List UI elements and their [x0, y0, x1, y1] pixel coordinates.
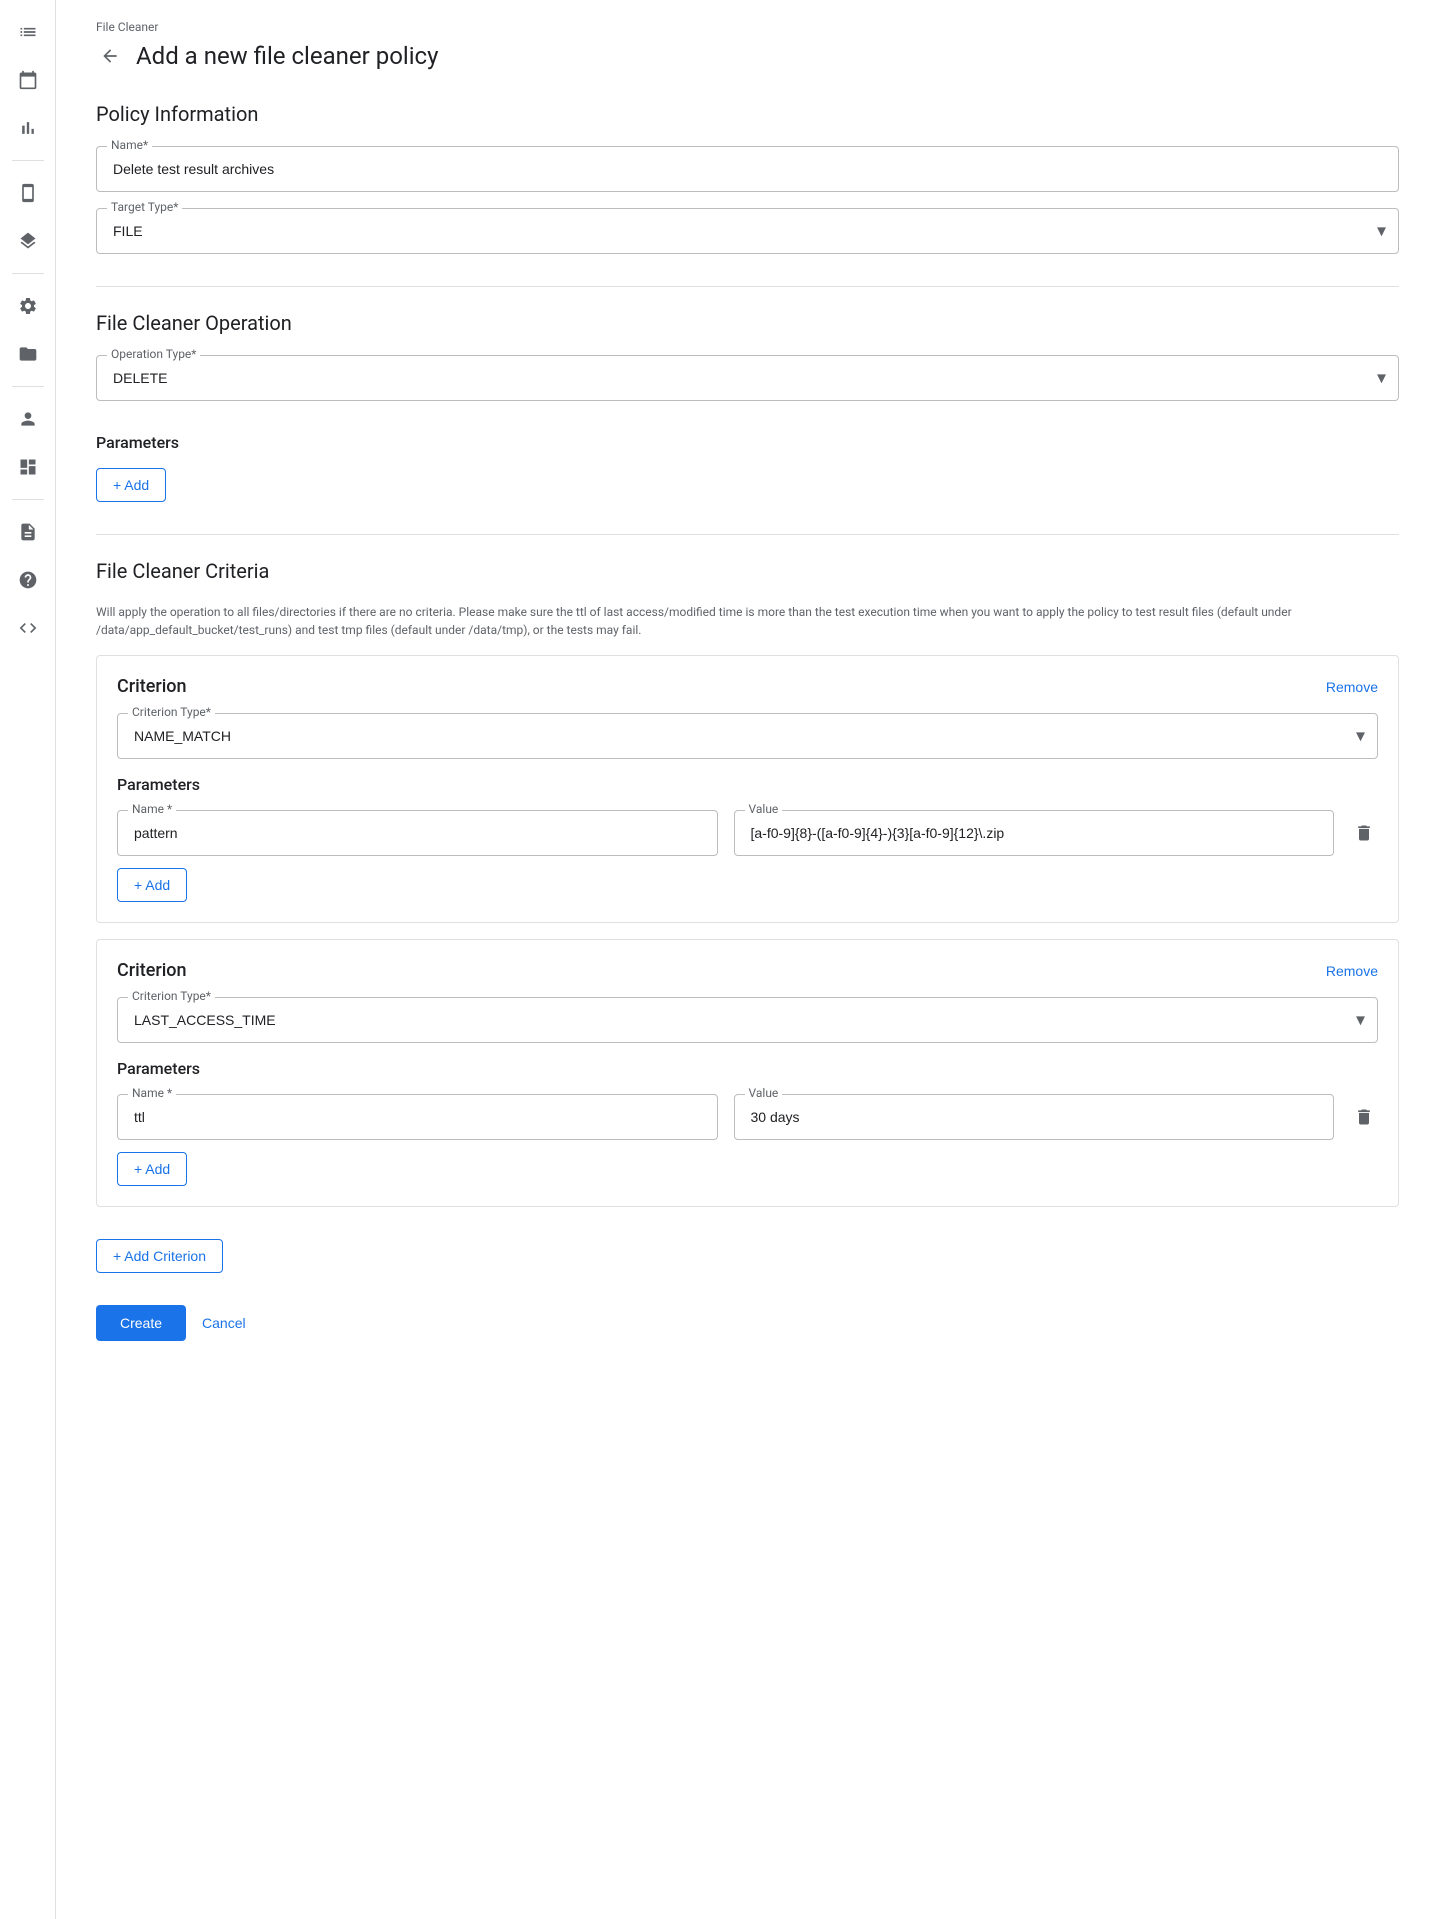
cancel-button[interactable]: Cancel	[202, 1315, 246, 1331]
operation-section-title: File Cleaner Operation	[96, 311, 1399, 335]
target-type-field: Target Type* FILE DIRECTORY ▾	[96, 208, 1399, 254]
param-value-input-1-0[interactable]	[735, 811, 1334, 855]
main-content: File Cleaner Add a new file cleaner poli…	[56, 0, 1439, 1919]
target-type-select-wrapper: FILE DIRECTORY ▾	[97, 209, 1398, 253]
code-icon[interactable]	[8, 608, 48, 648]
criterion-title-1: Criterion	[117, 676, 187, 697]
criterion-type-field-2: Criterion Type* NAME_MATCH LAST_ACCESS_T…	[117, 997, 1378, 1043]
criterion-parameters-section-1: Parameters Name * Value + Add	[117, 775, 1378, 902]
name-label: Name*	[107, 138, 152, 152]
operation-type-field: Operation Type* DELETE ARCHIVE MOVE ▾	[96, 355, 1399, 401]
breadcrumb: File Cleaner	[96, 20, 1399, 34]
criteria-section: File Cleaner Criteria Will apply the ope…	[96, 559, 1399, 1273]
create-button[interactable]: Create	[96, 1305, 186, 1341]
criterion-header-1: Criterion Remove	[117, 676, 1378, 697]
divider-3	[12, 386, 44, 387]
criterion-parameters-section-2: Parameters Name * Value + Add	[117, 1059, 1378, 1186]
divider-operation-criteria	[96, 534, 1399, 535]
criterion-type-select-1[interactable]: NAME_MATCH LAST_ACCESS_TIME LAST_MODIFIE…	[118, 714, 1377, 758]
param-name-field-2-0: Name *	[117, 1094, 718, 1140]
delete-param-button-2-0[interactable]	[1350, 1103, 1378, 1131]
bottom-actions: Create Cancel	[96, 1305, 1399, 1341]
criterion-header-2: Criterion Remove	[117, 960, 1378, 981]
help-icon[interactable]	[8, 560, 48, 600]
dashboard-icon[interactable]	[8, 447, 48, 487]
criterion-parameters-title-2: Parameters	[117, 1059, 1378, 1078]
policy-information-section: Policy Information Name* Target Type* FI…	[96, 102, 1399, 254]
param-name-label-2-0: Name *	[128, 1086, 176, 1100]
phone-icon[interactable]	[8, 173, 48, 213]
criterion-title-2: Criterion	[117, 960, 187, 981]
criteria-section-title: File Cleaner Criteria	[96, 559, 1399, 583]
divider-2	[12, 273, 44, 274]
document-icon[interactable]	[8, 512, 48, 552]
divider-policy-operation	[96, 286, 1399, 287]
back-button[interactable]	[96, 42, 124, 70]
operation-section: File Cleaner Operation Operation Type* D…	[96, 311, 1399, 401]
operation-type-select-wrapper: DELETE ARCHIVE MOVE ▾	[97, 356, 1398, 400]
add-criterion-param-2-button[interactable]: + Add	[117, 1152, 187, 1186]
param-value-input-2-0[interactable]	[735, 1095, 1334, 1139]
criterion-type-select-2[interactable]: NAME_MATCH LAST_ACCESS_TIME LAST_MODIFIE…	[118, 998, 1377, 1042]
param-value-field-2-0: Value	[734, 1094, 1335, 1140]
criterion-params-row-2-0: Name * Value	[117, 1094, 1378, 1140]
folder-icon[interactable]	[8, 334, 48, 374]
policy-section-title: Policy Information	[96, 102, 1399, 126]
remove-criterion-1-button[interactable]: Remove	[1326, 679, 1378, 695]
divider-1	[12, 160, 44, 161]
calendar-icon[interactable]	[8, 60, 48, 100]
criteria-info-text: Will apply the operation to all files/di…	[96, 603, 1399, 639]
param-name-field-1-0: Name *	[117, 810, 718, 856]
page-header: Add a new file cleaner policy	[96, 42, 1399, 70]
name-field: Name*	[96, 146, 1399, 192]
list-icon[interactable]	[8, 12, 48, 52]
operation-type-select[interactable]: DELETE ARCHIVE MOVE	[97, 356, 1398, 400]
divider-4	[12, 499, 44, 500]
criterion-params-row-1-0: Name * Value	[117, 810, 1378, 856]
name-input[interactable]	[97, 147, 1398, 191]
bar-chart-icon[interactable]	[8, 108, 48, 148]
remove-criterion-2-button[interactable]: Remove	[1326, 963, 1378, 979]
settings-icon[interactable]	[8, 286, 48, 326]
parameters-title: Parameters	[96, 433, 1399, 452]
param-name-label-1-0: Name *	[128, 802, 176, 816]
criterion-type-select-wrapper-1: NAME_MATCH LAST_ACCESS_TIME LAST_MODIFIE…	[118, 714, 1377, 758]
sidebar	[0, 0, 56, 1919]
criterion-card-2: Criterion Remove Criterion Type* NAME_MA…	[96, 939, 1399, 1207]
param-value-label-2-0: Value	[745, 1086, 783, 1100]
criterion-parameters-title-1: Parameters	[117, 775, 1378, 794]
target-type-select[interactable]: FILE DIRECTORY	[97, 209, 1398, 253]
page-title: Add a new file cleaner policy	[136, 42, 438, 70]
param-name-input-2-0[interactable]	[118, 1095, 717, 1139]
param-value-label-1-0: Value	[745, 802, 783, 816]
add-criterion-button[interactable]: + Add Criterion	[96, 1239, 223, 1273]
delete-param-button-1-0[interactable]	[1350, 819, 1378, 847]
add-criterion-param-1-button[interactable]: + Add	[117, 868, 187, 902]
criterion-type-field-1: Criterion Type* NAME_MATCH LAST_ACCESS_T…	[117, 713, 1378, 759]
param-value-field-1-0: Value	[734, 810, 1335, 856]
add-parameter-button[interactable]: + Add	[96, 468, 166, 502]
criterion-type-select-wrapper-2: NAME_MATCH LAST_ACCESS_TIME LAST_MODIFIE…	[118, 998, 1377, 1042]
add-criterion-section: + Add Criterion	[96, 1223, 1399, 1273]
parameters-section: Parameters + Add	[96, 433, 1399, 502]
param-name-input-1-0[interactable]	[118, 811, 717, 855]
person-icon[interactable]	[8, 399, 48, 439]
criterion-card-1: Criterion Remove Criterion Type* NAME_MA…	[96, 655, 1399, 923]
layers-icon[interactable]	[8, 221, 48, 261]
